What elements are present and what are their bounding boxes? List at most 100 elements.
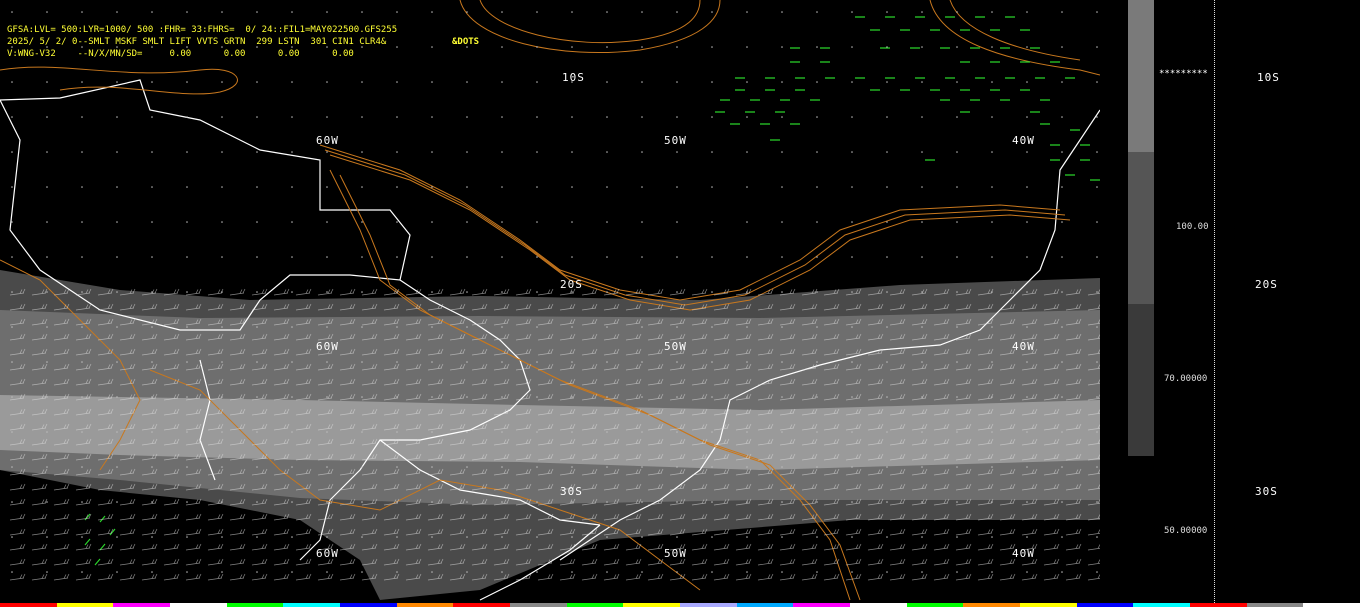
wind-barb bbox=[119, 513, 136, 521]
grid-dot bbox=[851, 431, 853, 433]
grid-dot bbox=[116, 466, 118, 468]
grid-dot bbox=[151, 116, 153, 118]
grid-dot bbox=[501, 221, 503, 223]
grid-dot bbox=[1096, 536, 1098, 538]
wind-barb bbox=[1021, 573, 1038, 581]
grid-dot bbox=[326, 431, 328, 433]
grid-dot bbox=[396, 151, 398, 153]
grid-dot bbox=[431, 291, 433, 293]
grid-dot bbox=[1096, 116, 1098, 118]
grid-dot bbox=[886, 116, 888, 118]
grid-dot bbox=[641, 501, 643, 503]
wind-barb bbox=[1065, 573, 1082, 581]
grid-dot bbox=[81, 81, 83, 83]
grid-dot bbox=[781, 361, 783, 363]
grid-dot bbox=[921, 571, 923, 573]
wind-barb bbox=[75, 498, 92, 506]
wind-barb bbox=[141, 558, 158, 566]
grid-dot bbox=[746, 536, 748, 538]
grid-dot bbox=[536, 186, 538, 188]
grid-dot bbox=[396, 501, 398, 503]
wind-barb bbox=[779, 573, 796, 581]
wind-barb bbox=[141, 528, 158, 536]
grid-dot bbox=[11, 361, 13, 363]
grid-dot bbox=[221, 186, 223, 188]
grid-dot bbox=[991, 536, 993, 538]
wind-barb bbox=[273, 558, 290, 566]
grid-dot bbox=[151, 256, 153, 258]
grid-dot bbox=[221, 81, 223, 83]
grid-dot bbox=[886, 186, 888, 188]
grid-dot bbox=[116, 256, 118, 258]
grid-dot bbox=[816, 116, 818, 118]
grid-dot bbox=[116, 116, 118, 118]
grid-dot bbox=[1096, 326, 1098, 328]
grid-dot bbox=[1096, 571, 1098, 573]
grid-dot bbox=[81, 116, 83, 118]
grid-dot bbox=[746, 116, 748, 118]
grid-dot bbox=[501, 116, 503, 118]
wind-barb bbox=[999, 573, 1016, 581]
wind-barb bbox=[251, 543, 268, 551]
wind-barb bbox=[163, 528, 180, 536]
grid-dot bbox=[361, 326, 363, 328]
grid-dot bbox=[781, 116, 783, 118]
wind-barb bbox=[559, 558, 576, 566]
grid-dot bbox=[326, 361, 328, 363]
grid-dot bbox=[571, 431, 573, 433]
grid-dot bbox=[1026, 221, 1028, 223]
grid-dot bbox=[956, 81, 958, 83]
grid-dot bbox=[116, 81, 118, 83]
wind-barb bbox=[31, 543, 48, 551]
grid-dot bbox=[641, 326, 643, 328]
wind-barb bbox=[163, 543, 180, 551]
wind-barb bbox=[867, 528, 884, 536]
grid-dot bbox=[1026, 431, 1028, 433]
header-line-1: GFSA:LVL= 500:LYR=1000/ 500 :FHR= 33:FHR… bbox=[7, 25, 398, 35]
grid-dot bbox=[781, 46, 783, 48]
wind-barb bbox=[31, 528, 48, 536]
wind-barb bbox=[691, 573, 708, 581]
grid-dot bbox=[991, 326, 993, 328]
grid-dot bbox=[361, 11, 363, 13]
lon-label-50w-bottom: 50W bbox=[664, 547, 687, 560]
grid-dot bbox=[151, 81, 153, 83]
grid-dot bbox=[641, 151, 643, 153]
grid-dot bbox=[81, 466, 83, 468]
grid-dot bbox=[921, 256, 923, 258]
weather-map bbox=[0, 0, 1100, 601]
grid-dot bbox=[291, 326, 293, 328]
grid-dot bbox=[186, 291, 188, 293]
wind-barb bbox=[97, 513, 114, 521]
grid-dot bbox=[291, 431, 293, 433]
grid-dot bbox=[676, 256, 678, 258]
grid-dot bbox=[11, 151, 13, 153]
grid-dot bbox=[956, 151, 958, 153]
wind-barb bbox=[845, 573, 862, 581]
wind-barb bbox=[955, 558, 972, 566]
grid-dot bbox=[781, 431, 783, 433]
grid-dot bbox=[81, 326, 83, 328]
grid-dot bbox=[396, 466, 398, 468]
wind-barb bbox=[647, 573, 664, 581]
grid-dot bbox=[46, 431, 48, 433]
grid-dot bbox=[641, 186, 643, 188]
wind-barb bbox=[845, 528, 862, 536]
lon-label-40w-bottom: 40W bbox=[1012, 547, 1035, 560]
grid-dot bbox=[921, 11, 923, 13]
grid-dot bbox=[256, 571, 258, 573]
grid-dot bbox=[46, 116, 48, 118]
lon-label-60w-top: 60W bbox=[316, 134, 339, 147]
grid-dot bbox=[396, 396, 398, 398]
grid-dot bbox=[1096, 11, 1098, 13]
grid-dot bbox=[571, 116, 573, 118]
grid-dot bbox=[291, 11, 293, 13]
grid-dot bbox=[46, 81, 48, 83]
grid-dot bbox=[816, 501, 818, 503]
grid-dot bbox=[396, 326, 398, 328]
wind-barb bbox=[229, 288, 246, 296]
grid-dot bbox=[921, 326, 923, 328]
grid-dot bbox=[81, 221, 83, 223]
grid-dot bbox=[361, 396, 363, 398]
grid-dot bbox=[536, 431, 538, 433]
